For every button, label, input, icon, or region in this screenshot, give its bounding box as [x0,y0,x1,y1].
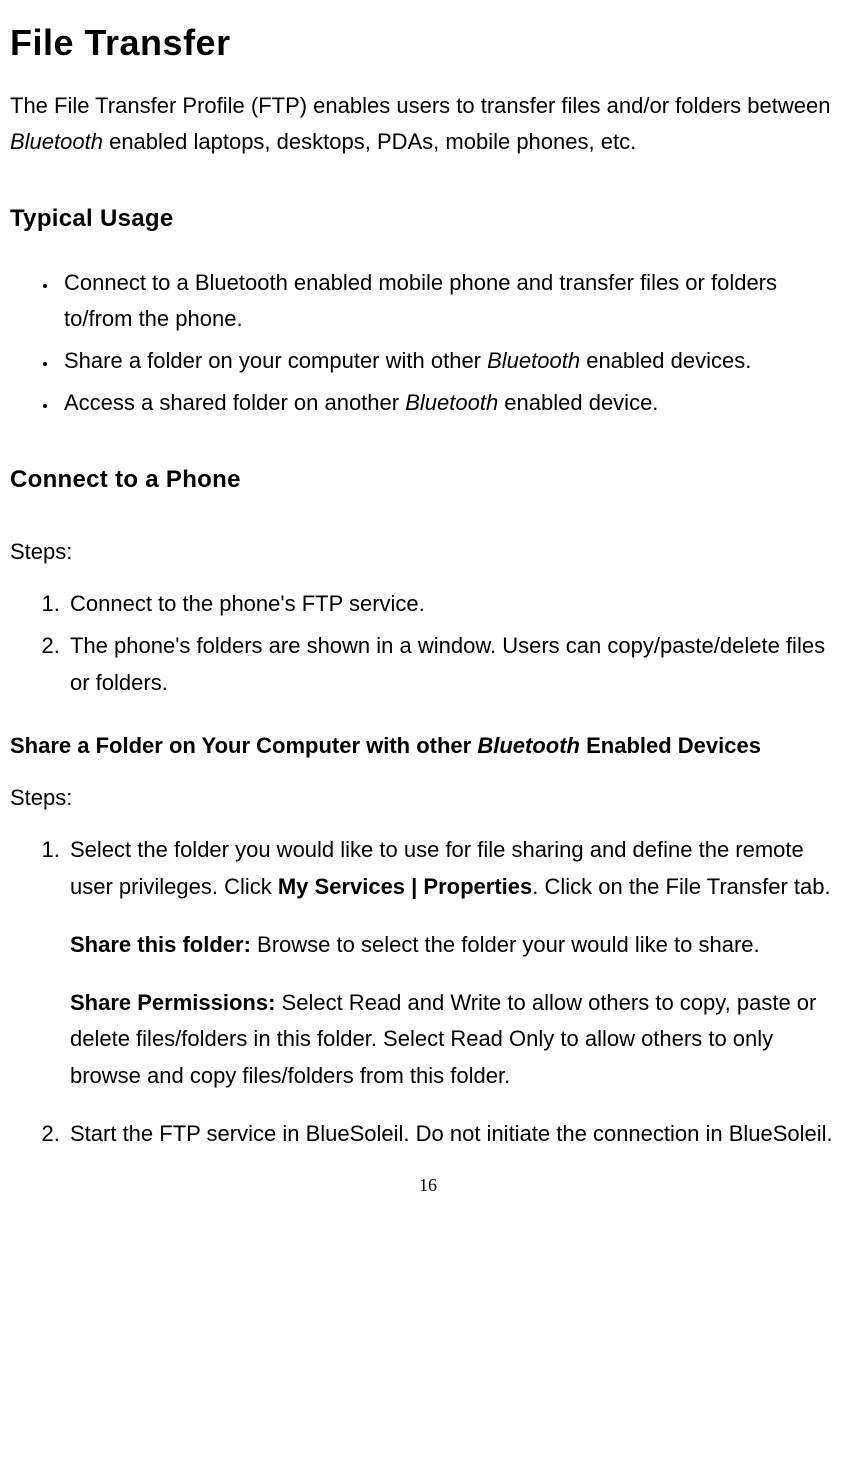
text: Access a shared folder on another [64,390,405,415]
share-this-folder: Share this folder: Browse to select the … [70,927,846,963]
text: . Click on the File Transfer tab. [532,874,830,899]
text: Enabled Devices [580,733,761,758]
text: Share a Folder on Your Computer with oth… [10,733,477,758]
page-number: 16 [10,1172,846,1199]
steps-label: Steps: [10,780,846,816]
section-connect-phone: Connect to a Phone [10,462,846,498]
intro-text-1: The File Transfer Profile (FTP) enables … [10,93,830,118]
share-perm-label: Share Permissions: [70,990,275,1015]
list-item: Access a shared folder on another Blueto… [58,385,846,421]
menu-path: My Services | Properties [278,874,532,899]
list-item: Select the folder you would like to use … [66,832,846,905]
page-title: File Transfer [10,16,846,70]
share-this-label: Share this folder: [70,932,251,957]
typical-usage-list: Connect to a Bluetooth enabled mobile ph… [10,265,846,422]
connect-steps-list: Connect to the phone's FTP service. The … [10,586,846,701]
text: enabled devices. [580,348,751,373]
share-this-text: Browse to select the folder your would l… [251,932,760,957]
bluetooth-italic: Bluetooth [405,390,498,415]
steps-label: Steps: [10,534,846,570]
intro-bluetooth: Bluetooth [10,129,103,154]
list-item: The phone's folders are shown in a windo… [66,628,846,701]
section-typical-usage: Typical Usage [10,201,846,237]
share-permissions: Share Permissions: Select Read and Write… [70,985,846,1094]
list-item: Share a folder on your computer with oth… [58,343,846,379]
share-steps-list-cont: Start the FTP service in BlueSoleil. Do … [10,1116,846,1152]
text: enabled device. [498,390,658,415]
list-item: Connect to a Bluetooth enabled mobile ph… [58,265,846,338]
bluetooth-italic: Bluetooth [477,733,580,758]
share-steps-list: Select the folder you would like to use … [10,832,846,905]
text: Share a folder on your computer with oth… [64,348,487,373]
list-item: Start the FTP service in BlueSoleil. Do … [66,1116,846,1152]
share-folder-heading: Share a Folder on Your Computer with oth… [10,729,846,762]
list-item: Connect to the phone's FTP service. [66,586,846,622]
intro-paragraph: The File Transfer Profile (FTP) enables … [10,88,846,161]
intro-text-2: enabled laptops, desktops, PDAs, mobile … [103,129,636,154]
bluetooth-italic: Bluetooth [487,348,580,373]
